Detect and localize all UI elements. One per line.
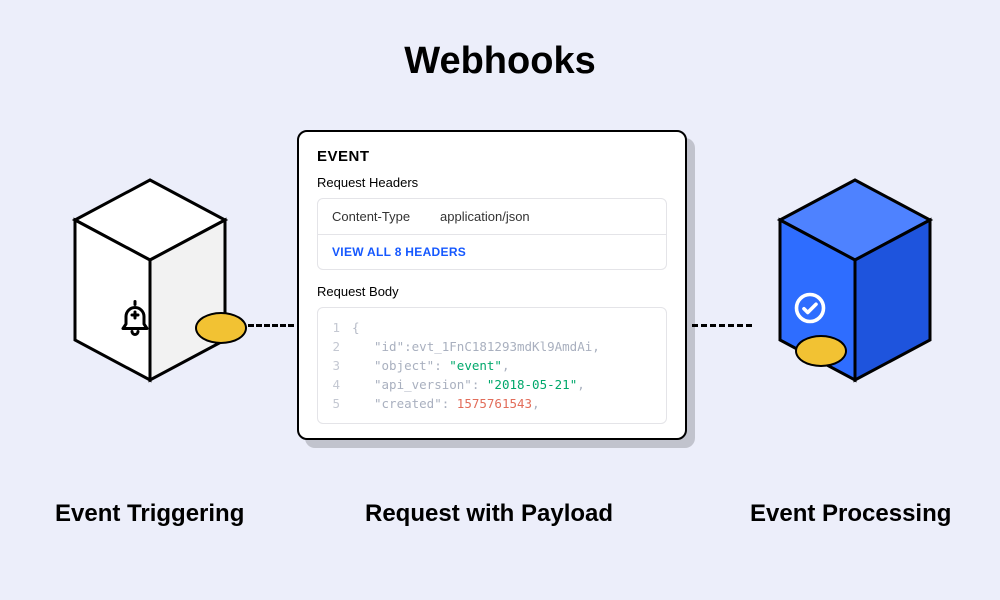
connector-line-1 <box>248 324 294 327</box>
header-row: Content-Type application/json <box>317 198 667 235</box>
card-title: EVENT <box>317 148 667 165</box>
event-processing-cube <box>760 160 950 390</box>
check-circle-icon <box>792 290 828 326</box>
request-body-label: Request Body <box>317 284 667 299</box>
event-triggering-cube <box>55 160 245 390</box>
page-title: Webhooks <box>404 40 595 83</box>
request-body-code: 1{ 2"id":evt_1FnC181293mdKl9AmdAi, 3"obj… <box>317 307 667 424</box>
header-value: application/json <box>440 209 530 224</box>
view-all-headers-link[interactable]: VIEW ALL 8 HEADERS <box>317 235 667 270</box>
event-payload-card: EVENT Request Headers Content-Type appli… <box>297 130 687 440</box>
header-key: Content-Type <box>332 209 410 224</box>
diagram-stage: EVENT Request Headers Content-Type appli… <box>0 120 1000 460</box>
label-event-triggering: Event Triggering <box>55 500 244 528</box>
label-request-payload: Request with Payload <box>365 500 613 528</box>
label-event-processing: Event Processing <box>750 500 951 528</box>
coin-icon-right <box>795 335 847 367</box>
bell-plus-icon <box>117 300 153 336</box>
request-headers-label: Request Headers <box>317 175 667 190</box>
connector-line-2 <box>692 324 752 327</box>
coin-icon-left <box>195 312 247 344</box>
